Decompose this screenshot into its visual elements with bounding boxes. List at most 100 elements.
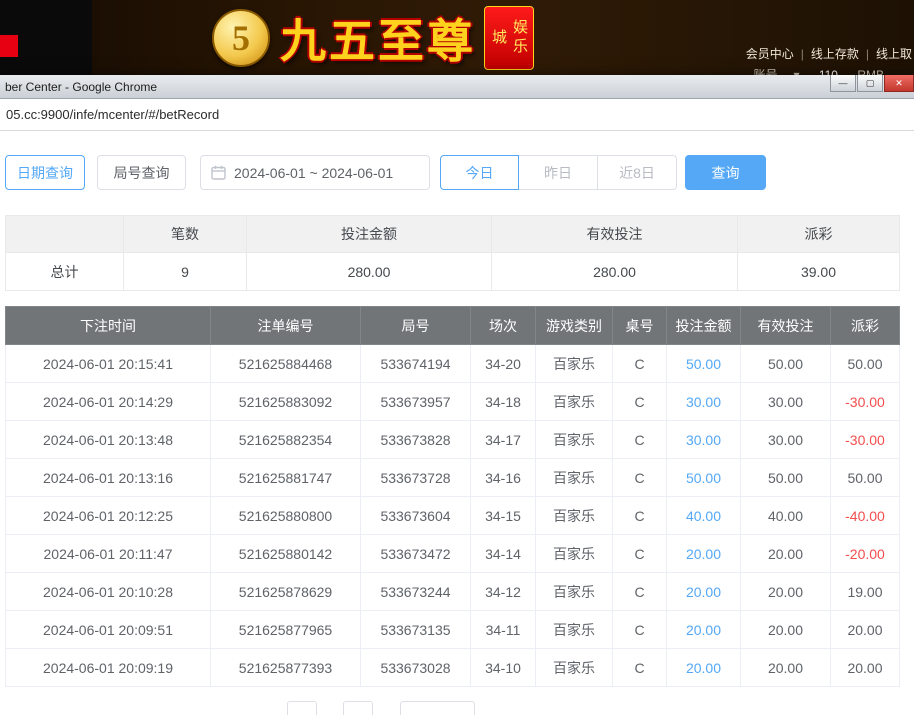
site-logo-subtitle: 娱乐城: [484, 6, 534, 70]
col-header-session: 场次: [470, 306, 536, 345]
cell-time: 2024-06-01 20:12:25: [5, 496, 211, 535]
bet-amount-link[interactable]: 20.00: [686, 584, 721, 600]
bet-amount-link[interactable]: 50.00: [686, 470, 721, 486]
nav-separator: |: [865, 47, 869, 61]
site-logo: 5 九五至尊 娱乐城: [212, 5, 534, 71]
cell-payout: 50.00: [830, 458, 900, 497]
nav-online-deposit[interactable]: 线上存款: [811, 47, 859, 61]
table-row: 2024-06-01 20:10:28 521625878629 533673244…: [5, 572, 900, 611]
search-button[interactable]: 查询: [685, 155, 766, 190]
cell-payout: 50.00: [830, 344, 900, 383]
cell-session: 34-18: [470, 382, 536, 421]
cell-table_no: C: [612, 382, 667, 421]
cell-payout: -20.00: [830, 534, 900, 573]
date-query-button[interactable]: 日期查询: [5, 155, 85, 190]
last-8-days-button[interactable]: 近8日: [598, 155, 677, 190]
summary-header-valid-bet: 有效投注: [491, 215, 738, 253]
bet-amount-link[interactable]: 50.00: [686, 356, 721, 372]
calendar-icon: [211, 165, 226, 180]
cell-amount: 40.00: [666, 496, 741, 535]
window-title: ber Center - Google Chrome: [5, 79, 158, 94]
cell-round_no: 533673604: [360, 496, 471, 535]
cell-table_no: C: [612, 648, 667, 687]
filter-bar: 日期查询 局号查询 2024-06-01 ~ 2024-06-01 今日 昨日 …: [5, 155, 909, 190]
yesterday-button[interactable]: 昨日: [519, 155, 598, 190]
bet-table-body: 2024-06-01 20:15:41 521625884468 533674194…: [5, 344, 900, 687]
cell-time: 2024-06-01 20:15:41: [5, 344, 211, 383]
cell-session: 34-14: [470, 534, 536, 573]
cell-bet_id: 521625880800: [210, 496, 361, 535]
cell-time: 2024-06-01 20:09:51: [5, 610, 211, 649]
window-controls: — ▢ ✕: [829, 75, 914, 92]
close-button[interactable]: ✕: [884, 75, 914, 92]
gold-coin-icon: 5: [212, 9, 270, 67]
floating-service-badge[interactable]: [0, 35, 18, 57]
cell-game: 百家乐: [535, 420, 613, 459]
cell-bet_id: 521625878629: [210, 572, 361, 611]
summary-header-blank: [5, 215, 124, 253]
col-header-valid-bet: 有效投注: [740, 306, 831, 345]
date-range-input[interactable]: 2024-06-01 ~ 2024-06-01: [200, 155, 430, 190]
cell-amount: 20.00: [666, 648, 741, 687]
cell-game: 百家乐: [535, 610, 613, 649]
cell-round_no: 533673472: [360, 534, 471, 573]
window-titlebar[interactable]: ber Center - Google Chrome — ▢ ✕: [0, 75, 914, 99]
table-row: 2024-06-01 20:12:25 521625880800 533673604…: [5, 496, 900, 535]
summary-total-label: 总计: [5, 252, 124, 291]
bet-record-table: 下注时间 注单编号 局号 场次 游戏类别 桌号 投注金额 有效投注 派彩 202…: [5, 306, 900, 687]
minimize-button[interactable]: —: [830, 75, 856, 92]
cell-bet_id: 521625881747: [210, 458, 361, 497]
pagination-size-select[interactable]: [400, 701, 475, 715]
bet-amount-link[interactable]: 40.00: [686, 508, 721, 524]
cell-round_no: 533674194: [360, 344, 471, 383]
bet-amount-link[interactable]: 20.00: [686, 546, 721, 562]
bet-amount-link[interactable]: 20.00: [686, 622, 721, 638]
cell-amount: 20.00: [666, 572, 741, 611]
cell-time: 2024-06-01 20:09:19: [5, 648, 211, 687]
table-row: 2024-06-01 20:09:19 521625877393 533673028…: [5, 648, 900, 687]
summary-total-bet-amount: 280.00: [246, 252, 492, 291]
cell-valid: 20.00: [740, 610, 831, 649]
address-bar[interactable]: 05.cc:9900/infe/mcenter/#/betRecord: [0, 107, 914, 122]
cell-valid: 40.00: [740, 496, 831, 535]
cell-game: 百家乐: [535, 534, 613, 573]
cell-time: 2024-06-01 20:13:16: [5, 458, 211, 497]
bet-amount-link[interactable]: 30.00: [686, 394, 721, 410]
col-header-bet-id: 注单编号: [210, 306, 361, 345]
quick-range-group: 今日 昨日 近8日: [440, 155, 677, 190]
nav-separator: |: [800, 47, 804, 61]
site-top-nav: 会员中心 | 线上存款 | 线上取: [746, 45, 912, 62]
cell-round_no: 533673728: [360, 458, 471, 497]
bet-amount-link[interactable]: 30.00: [686, 432, 721, 448]
cell-round_no: 533673957: [360, 382, 471, 421]
cell-amount: 20.00: [666, 534, 741, 573]
cell-amount: 20.00: [666, 610, 741, 649]
browser-window: ber Center - Google Chrome — ▢ ✕ 05.cc:9…: [0, 75, 914, 715]
round-query-button[interactable]: 局号查询: [97, 155, 186, 190]
pagination-prev-button[interactable]: [287, 701, 317, 715]
cell-game: 百家乐: [535, 458, 613, 497]
table-row: 2024-06-01 20:14:29 521625883092 533673957…: [5, 382, 900, 421]
nav-online-withdraw[interactable]: 线上取: [876, 47, 912, 61]
cell-round_no: 533673028: [360, 648, 471, 687]
cell-valid: 50.00: [740, 458, 831, 497]
browser-toolbar: 05.cc:9900/infe/mcenter/#/betRecord: [0, 99, 914, 131]
pagination-page-button[interactable]: [343, 701, 373, 715]
cell-time: 2024-06-01 20:11:47: [5, 534, 211, 573]
summary-table: 笔数 投注金额 有效投注 派彩 总计 9 280.00 280.00 39.00: [5, 215, 900, 291]
cell-game: 百家乐: [535, 382, 613, 421]
cell-time: 2024-06-01 20:10:28: [5, 572, 211, 611]
cell-bet_id: 521625877393: [210, 648, 361, 687]
cell-bet_id: 521625884468: [210, 344, 361, 383]
cell-valid: 30.00: [740, 382, 831, 421]
cell-session: 34-15: [470, 496, 536, 535]
bet-amount-link[interactable]: 20.00: [686, 660, 721, 676]
cell-game: 百家乐: [535, 344, 613, 383]
cell-payout: 20.00: [830, 610, 900, 649]
maximize-button[interactable]: ▢: [857, 75, 883, 92]
cell-table_no: C: [612, 458, 667, 497]
nav-member-center[interactable]: 会员中心: [746, 47, 794, 61]
summary-header-payout: 派彩: [737, 215, 900, 253]
today-button[interactable]: 今日: [440, 155, 519, 190]
table-row: 2024-06-01 20:13:16 521625881747 533673728…: [5, 458, 900, 497]
